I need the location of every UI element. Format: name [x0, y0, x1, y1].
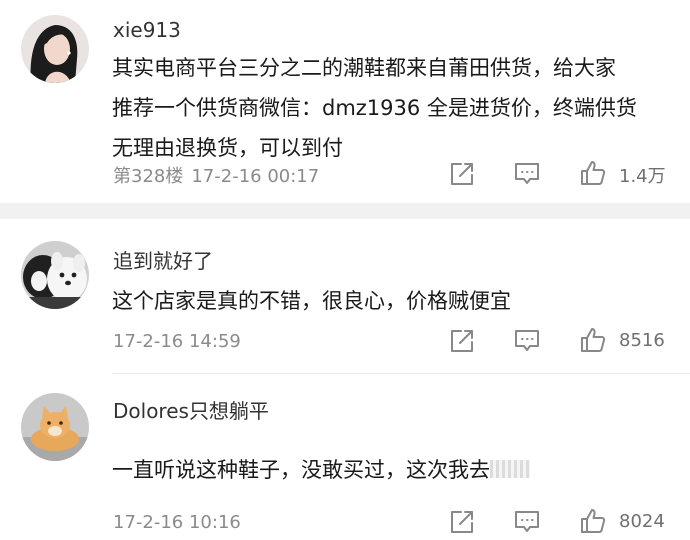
share-button[interactable]: [448, 160, 476, 188]
comment-text-line: 推荐一个供货商微信：dmz1936 全是进货价，终端供货: [112, 96, 637, 120]
share-button[interactable]: [448, 508, 476, 536]
comment-text-line: 其实电商平台三分之二的潮鞋都来自莆田供货，给大家: [112, 56, 616, 80]
share-icon: [451, 330, 473, 352]
timestamp: 17-2-16 10:16: [113, 512, 241, 533]
thumbs-up-icon: [581, 161, 606, 185]
comment-item: xie913 其实电商平台三分之二的潮鞋都来自莆田供货，给大家 推荐一个供货商微…: [0, 0, 690, 203]
section-separator: [0, 203, 690, 219]
comment-meta: 17-2-16 10:16: [113, 512, 241, 533]
share-button[interactable]: [448, 327, 476, 355]
timestamp: 17-2-16 14:59: [113, 331, 241, 352]
reply-button[interactable]: [513, 508, 541, 536]
like-count: 8024: [619, 511, 665, 532]
like-button[interactable]: [579, 507, 607, 535]
timestamp: 17-2-16 00:17: [191, 166, 320, 187]
share-icon: [451, 163, 473, 185]
comment-icon: [515, 511, 539, 532]
comment-feed: xie913 其实电商平台三分之二的潮鞋都来自莆田供货，给大家 推荐一个供货商微…: [0, 0, 690, 540]
username[interactable]: Dolores只想躺平: [113, 395, 269, 424]
like-count: 1.4万: [619, 166, 666, 187]
comment-text-line: 一直听说这种鞋子，没敢买过，这次我去: [112, 454, 530, 484]
avatar[interactable]: [21, 241, 89, 309]
comment-item: Dolores只想躺平 一直听说这种鞋子，没敢买过，这次我去 17-2-16 1…: [0, 374, 690, 540]
like-count: 8516: [619, 330, 665, 351]
woman-portrait-avatar: [21, 15, 89, 83]
comment-item: 追到就好了 这个店家是真的不错，很良心，价格贼便宜 17-2-16 14:59 …: [0, 219, 690, 374]
reply-button[interactable]: [513, 160, 541, 188]
floor-number: 第328楼: [113, 166, 184, 187]
comment-text-line: 这个店家是真的不错，很良心，价格贼便宜: [112, 289, 511, 313]
dog-and-cat-avatar: [21, 241, 89, 309]
thumbs-up-icon: [581, 328, 606, 352]
username[interactable]: 追到就好了: [113, 245, 213, 274]
thumbs-up-icon: [581, 509, 606, 533]
username[interactable]: xie913: [113, 18, 181, 42]
comment-icon: [515, 330, 539, 351]
comment-text-line: 无理由退换货，可以到付: [112, 136, 343, 160]
comment-text: 一直听说这种鞋子，没敢买过，这次我去: [112, 458, 490, 482]
comment-icon: [515, 163, 539, 184]
share-icon: [451, 511, 473, 533]
comment-meta: 第328楼 17-2-16 00:17: [113, 162, 319, 188]
like-button[interactable]: [579, 159, 607, 187]
avatar[interactable]: [21, 15, 89, 83]
avatar[interactable]: [21, 393, 89, 461]
mosaic-blur: [490, 460, 530, 478]
orange-cat-avatar: [21, 393, 89, 461]
comment-meta: 17-2-16 14:59: [113, 331, 241, 352]
like-button[interactable]: [579, 326, 607, 354]
reply-button[interactable]: [513, 327, 541, 355]
